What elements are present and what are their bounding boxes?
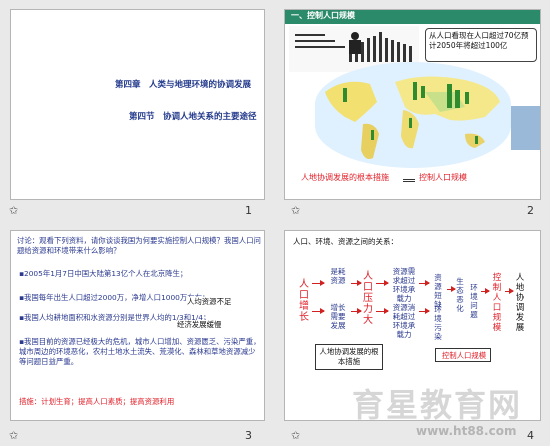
- fact-item: ▪2005年1月7日中国大陆第13亿个人在北京降生；: [19, 269, 188, 278]
- flow-arrow: [376, 280, 389, 286]
- population-pressure-node: 人口压力大: [363, 271, 373, 326]
- banner-title: 一、控制人口规模: [291, 11, 355, 20]
- flow-arrow: [419, 308, 430, 314]
- tag-label: 经济发展缓慢: [177, 320, 222, 330]
- slide-4-star-icon[interactable]: ✩: [291, 430, 300, 441]
- control-population-label: 控制人口规模: [419, 173, 467, 182]
- slide-2-star-icon[interactable]: ✩: [291, 205, 300, 216]
- discussion-intro: 讨论：观看下列资料，请你谈谈我国为何要实施控制人口规模？我国人口问题给资源和环境…: [17, 236, 261, 255]
- flow-arrow: [447, 286, 456, 292]
- slide-1-thumbnail[interactable]: 第四章 人类与地理环境的协调发展 第四节 协调人地关系的主要途径: [10, 9, 265, 200]
- callout-text: 从人口看现在人口超过70亿预计2050年将超过100亿: [429, 31, 529, 50]
- measures-footer: 措施：计划生育；提高人口素质；提高资源利用: [19, 397, 175, 406]
- flow-arrow: [351, 280, 362, 286]
- flow-arrow: [481, 288, 490, 294]
- environment-pollution-node: 环境污染: [434, 305, 442, 341]
- world-map-graphic: [325, 76, 500, 159]
- top-banner: 一、控制人口规模: [285, 10, 540, 24]
- control-population-text: 控制人口规模: [441, 351, 487, 360]
- callout-bubble: 从人口看现在人口超过70亿预计2050年将超过100亿: [425, 28, 537, 62]
- flow-arrow: [419, 280, 430, 286]
- consumes-resources-node: 是耗资源: [330, 267, 346, 285]
- flow-arrow: [351, 308, 362, 314]
- slide-1-star-icon[interactable]: ✩: [9, 205, 18, 216]
- fact-item: ▪我国人均耕地面积和水资源分别是世界人均的1/3和1/4；: [19, 313, 211, 322]
- relationship-title: 人口、环境、资源之间的关系：: [293, 237, 398, 246]
- root-measure-label: 人地协调发展的根本措施: [301, 173, 389, 182]
- slide-2-thumbnail[interactable]: 一、控制人口规模 从人口看现在人口超过70亿预计2050年将超过100亿 人地协…: [284, 9, 541, 200]
- population-growth-node: 人口增长: [299, 279, 309, 323]
- chapter-title: 第四章 人类与地理环境的协调发展: [115, 80, 252, 90]
- watermark-logo: 育星教育网: [352, 386, 523, 424]
- root-measure-text: 人地协调发展的根本措施: [319, 347, 379, 366]
- resource-shortage-node: 资源短缺: [434, 273, 442, 309]
- watermark-url: www.ht88.com: [416, 424, 517, 438]
- slide-2-number: 2: [527, 204, 534, 217]
- decorative-strip: [511, 106, 540, 150]
- control-population-node: 控制人口规模: [492, 273, 502, 333]
- section-title: 第四节 协调人地关系的主要途径: [129, 112, 257, 122]
- slide-3-star-icon[interactable]: ✩: [9, 430, 18, 441]
- growth-demand-node: 增长需要发展: [330, 303, 346, 330]
- root-measure-box: 人地协调发展的根本措施: [315, 344, 383, 370]
- flow-arrow: [312, 280, 325, 286]
- ecological-degradation-node: 生态恶化: [456, 277, 464, 313]
- slide-1-number: 1: [245, 204, 252, 217]
- environment-problem-node: 环境问题: [470, 283, 478, 319]
- tag-label: 人均资源不足: [187, 297, 232, 307]
- control-population-box: 控制人口规模: [435, 348, 491, 362]
- world-map: [315, 62, 511, 168]
- resource-demand-node: 资源需求超过环境承载力: [392, 267, 416, 303]
- slide-3-number: 3: [245, 429, 252, 442]
- flow-arrow: [505, 288, 514, 294]
- slide-4-number: 4: [527, 429, 534, 442]
- fact-item: ▪我国目前的资源已经极大的危机，城市人口增加、资源匮乏、污染严重，城市周边的环境…: [19, 337, 261, 366]
- harmonious-development-node: 人地协调发展: [515, 273, 525, 333]
- flow-arrow: [312, 308, 325, 314]
- connector-arrow: [403, 179, 415, 182]
- flow-arrow: [376, 308, 389, 314]
- slide-3-thumbnail[interactable]: 讨论：观看下列资料，请你谈谈我国为何要实施控制人口规模？我国人口问题给资源和环境…: [10, 230, 265, 421]
- resource-consumption-node: 资源消耗超过环境承载力: [392, 303, 416, 339]
